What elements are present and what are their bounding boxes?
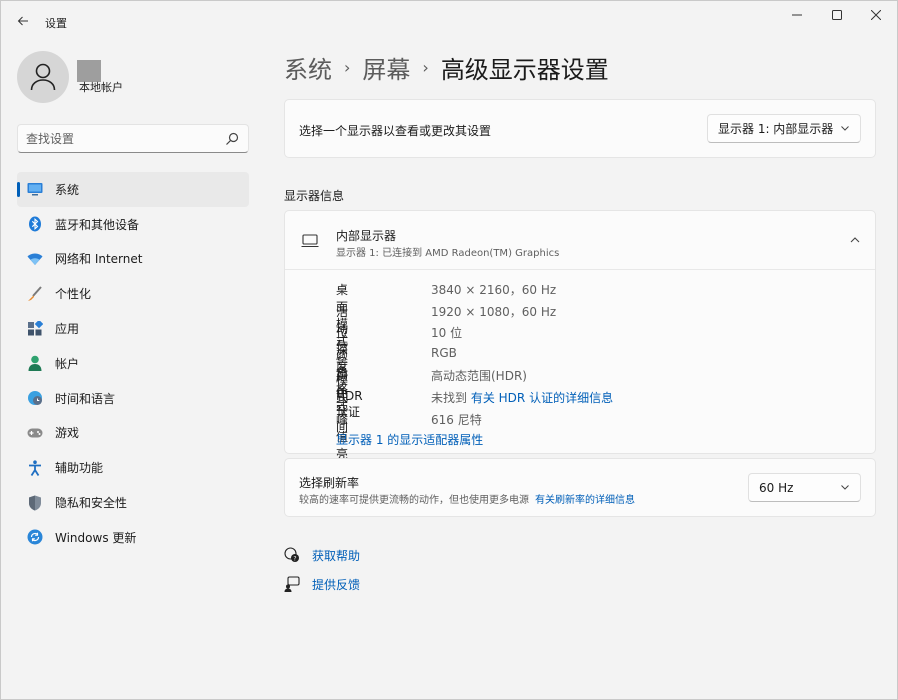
sidebar-item-label: 帐户 [55,356,80,371]
sidebar-item-apps[interactable]: 应用 [17,311,249,346]
minimize-icon [792,14,802,16]
display-info-header[interactable]: 内部显示器 显示器 1: 已连接到 AMD Radeon(TM) Graphic… [285,211,875,270]
display-info-title: 内部显示器 [336,229,397,243]
refresh-rate-dropdown[interactable]: 60 Hz [748,473,861,502]
laptop-icon [301,234,319,248]
minimize-button[interactable] [779,5,815,25]
svg-text:?: ? [293,555,296,562]
sidebar-item-label: 网络和 Internet [55,252,143,267]
refresh-rate-card: 选择刷新率 较高的速率可提供更流畅的动作，但也使用更多电源 有关刷新率的详细信息 … [284,458,876,517]
person-icon [30,63,56,91]
maximize-icon [832,10,842,20]
display-icon [27,181,43,197]
sidebar-item-gaming[interactable]: 游戏 [17,416,249,451]
refresh-rate-value: 60 Hz [759,480,794,495]
globe-clock-icon [27,390,43,406]
sidebar-item-label: 游戏 [55,426,80,441]
chevron-right-icon: › [344,57,351,77]
sidebar-item-network[interactable]: 网络和 Internet [17,242,249,277]
chevron-up-icon[interactable] [849,235,861,245]
info-value: 未找到 [431,390,468,405]
update-icon [27,529,43,545]
sidebar-item-time-language[interactable]: 时间和语言 [17,381,249,416]
info-value: 3840 × 2160，60 Hz [431,283,557,297]
sidebar-item-privacy[interactable]: 隐私和安全性 [17,485,249,520]
breadcrumb-item-system[interactable]: 系统 [284,50,332,85]
info-value: 1920 × 1080，60 Hz [431,304,557,319]
sidebar-item-label: Windows 更新 [55,530,137,545]
chevron-right-icon: › [422,57,429,77]
sidebar-item-label: 应用 [55,322,80,337]
adapter-properties-link[interactable]: 显示器 1 的显示适配器属性 [336,431,483,448]
apps-icon [27,320,43,337]
title-bar: 设置 [1,1,897,41]
profile-name: 本地帐户 [79,81,123,94]
feedback-link[interactable]: 提供反馈 [284,574,360,594]
display-info-card: 内部显示器 显示器 1: 已连接到 AMD Radeon(TM) Graphic… [284,210,876,478]
feedback-icon [284,576,300,592]
display-info-subtitle: 显示器 1: 已连接到 AMD Radeon(TM) Graphics [336,248,560,259]
sidebar-item-label: 时间和语言 [55,391,116,406]
sidebar-item-label: 蓝牙和其他设备 [55,217,140,232]
sidebar-item-accounts[interactable]: 帐户 [17,346,249,381]
section-title: 显示器信息 [284,189,345,203]
breadcrumb-item-display[interactable]: 屏幕 [362,50,410,85]
app-title: 设置 [45,17,67,30]
arrow-left-icon [17,16,28,26]
info-value: RGB [431,345,457,360]
settings-window: 设置 本地帐户 系统 蓝牙和其他设备 [0,0,898,700]
person-icon [27,355,43,372]
maximize-button[interactable] [819,5,855,25]
search-box[interactable] [17,124,249,153]
refresh-rate-description-group: 较高的速率可提供更流畅的动作，但也使用更多电源 有关刷新率的详细信息 [299,491,635,506]
close-button[interactable] [858,5,894,25]
chevron-down-icon [841,126,849,131]
back-button[interactable] [13,11,33,31]
gamepad-icon [27,425,43,441]
breadcrumb: 系统 › 屏幕 › 高级显示器设置 [284,49,609,85]
feedback-label: 提供反馈 [312,577,361,592]
sidebar-item-label: 辅助功能 [55,461,104,476]
info-value-group: 未找到 有关 HDR 认证的详细信息 [431,389,613,406]
brush-icon [27,286,43,302]
page-title: 高级显示器设置 [440,55,609,84]
display-dropdown-value: 显示器 1: 内部显示器 [718,122,834,136]
accessibility-icon [27,460,43,476]
sidebar-item-label: 个性化 [55,287,92,302]
sidebar-item-label: 系统 [55,182,80,197]
refresh-rate-description: 较高的速率可提供更流畅的动作，但也使用更多电源 [299,495,529,506]
info-value: 10 位 [431,326,463,341]
help-chat-icon: ? [284,547,299,562]
sidebar-item-system[interactable]: 系统 [17,172,249,207]
close-icon [871,10,881,20]
shield-icon [27,495,43,511]
display-dropdown[interactable]: 显示器 1: 内部显示器 [707,114,861,143]
avatar[interactable] [17,51,69,103]
display-select-label: 选择一个显示器以查看或更改其设置 [299,124,492,138]
search-icon[interactable] [224,131,240,147]
get-help-label: 获取帮助 [312,548,361,563]
bluetooth-icon [27,216,43,232]
sidebar-item-label: 隐私和安全性 [55,496,128,511]
chevron-down-icon [841,485,849,490]
wifi-icon [27,251,43,267]
sidebar-item-accessibility[interactable]: 辅助功能 [17,450,249,485]
search-input[interactable] [26,130,216,148]
hdr-details-link[interactable]: 有关 HDR 认证的详细信息 [471,391,613,405]
display-select-card: 选择一个显示器以查看或更改其设置 显示器 1: 内部显示器 [284,99,876,158]
refresh-rate-title: 选择刷新率 [299,476,360,490]
sidebar-item-windows-update[interactable]: Windows 更新 [17,520,249,555]
sidebar-nav: 系统 蓝牙和其他设备 网络和 Internet 个性化 应用 帐户 时间和语言 … [17,172,249,555]
refresh-rate-details-link[interactable]: 有关刷新率的详细信息 [535,495,635,506]
sidebar-item-bluetooth[interactable]: 蓝牙和其他设备 [17,207,249,242]
info-value: 高动态范围(HDR) [431,369,527,384]
sidebar-item-personalization[interactable]: 个性化 [17,276,249,311]
get-help-link[interactable]: ? 获取帮助 [284,545,360,565]
info-value: 616 尼特 [431,412,482,427]
